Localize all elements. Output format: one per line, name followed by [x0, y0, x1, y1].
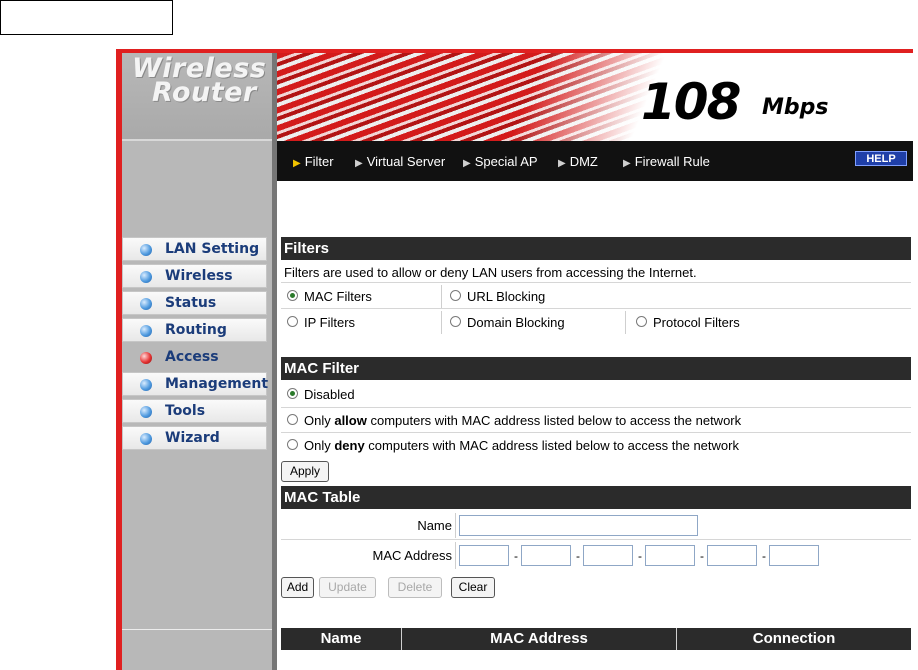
separator: -: [762, 549, 766, 563]
arrow-icon: ▶: [623, 158, 631, 169]
help-button[interactable]: HELP: [855, 151, 907, 166]
radio-icon: [636, 316, 647, 327]
name-label: Name: [281, 513, 456, 538]
sidebar-item-label: LAN Setting: [165, 241, 260, 257]
separator: -: [576, 549, 580, 563]
sidebar-item-status[interactable]: Status: [122, 291, 267, 315]
column-name: Name: [320, 630, 362, 647]
radio-icon: [287, 316, 298, 327]
column-connection: Connection: [752, 630, 836, 647]
mac-octet-5-input[interactable]: [707, 545, 757, 566]
mac-filter-allow-option[interactable]: Only allow computers with MAC address li…: [281, 409, 911, 433]
sidebar-item-label: Wireless: [165, 268, 233, 284]
divider: [281, 308, 911, 309]
url-blocking-option[interactable]: URL Blocking: [442, 285, 911, 308]
divider: [281, 539, 911, 540]
sidebar-item-label: Tools: [165, 403, 206, 419]
mac-table-header: Name MAC Address Connection: [281, 628, 911, 650]
separator: -: [638, 549, 642, 563]
sidebar-item-lan-setting[interactable]: LAN Setting: [122, 237, 267, 261]
add-button[interactable]: Add: [281, 577, 314, 598]
bullet-icon: [140, 406, 152, 418]
sidebar-item-management[interactable]: Management: [122, 372, 269, 396]
bullet-icon: [140, 433, 152, 445]
mac-address-row: MAC Address - - - - -: [281, 542, 911, 569]
clear-button[interactable]: Clear: [451, 577, 495, 598]
nav-dmz[interactable]: ▶ DMZ: [558, 154, 598, 169]
radio-icon: [287, 290, 298, 301]
arrow-icon: ▶: [463, 158, 471, 169]
sidebar-item-label: Wizard: [165, 430, 220, 446]
mac-table-title: MAC Table: [281, 486, 911, 509]
mac-filter-title: MAC Filter: [281, 357, 911, 380]
mac-filter-deny-option[interactable]: Only deny computers with MAC address lis…: [281, 434, 911, 458]
nav-firewall-rule[interactable]: ▶ Firewall Rule: [623, 154, 710, 169]
mac-address-label: MAC Address: [281, 542, 456, 569]
divider: [281, 432, 911, 433]
bullet-icon: [140, 379, 152, 391]
separator: -: [514, 549, 518, 563]
arrow-icon: ▶: [558, 158, 566, 169]
arrow-icon: ▶: [355, 158, 363, 169]
sidebar-item-routing[interactable]: Routing: [122, 318, 267, 342]
bullet-icon: [140, 244, 152, 256]
radio-icon: [287, 439, 298, 450]
separator: -: [700, 549, 704, 563]
brand-divider: [122, 139, 272, 141]
delete-button[interactable]: Delete: [388, 577, 442, 598]
radio-icon: [287, 388, 298, 399]
top-nav: ▶ Filter ▶ Virtual Server ▶ Special AP ▶ DMZ…: [277, 141, 913, 181]
filters-title: Filters: [281, 237, 911, 260]
sidebar-item-label: Routing: [165, 322, 227, 338]
radio-icon: [287, 414, 298, 425]
arrow-icon: ▶: [293, 158, 301, 169]
sidebar-divider: [122, 629, 272, 630]
sidebar-item-wireless[interactable]: Wireless: [122, 264, 267, 288]
mac-octet-1-input[interactable]: [459, 545, 509, 566]
bullet-icon: [140, 271, 152, 283]
sidebar-menu: LAN Setting Wireless Status Routing Acce…: [122, 237, 272, 453]
filters-row-2: IP Filters Domain Blocking Protocol Filt…: [281, 311, 911, 334]
sidebar-item-wizard[interactable]: Wizard: [122, 426, 267, 450]
sidebar-item-access[interactable]: Access: [122, 345, 267, 369]
sidebar: Wireless Router LAN Setting Wireless Sta…: [122, 53, 272, 670]
speed-unit: Mbps: [762, 95, 829, 120]
mac-octet-3-input[interactable]: [583, 545, 633, 566]
divider: [281, 407, 911, 408]
main-content: Filters Filters are used to allow or den…: [277, 181, 913, 670]
nav-filter[interactable]: ▶ Filter: [293, 154, 334, 169]
brand-line2: Router: [152, 77, 257, 108]
filters-description: Filters are used to allow or deny LAN us…: [281, 262, 911, 282]
mac-filters-option[interactable]: MAC Filters: [281, 285, 442, 308]
top-empty-box: [0, 0, 173, 35]
radio-icon: [450, 316, 461, 327]
sidebar-item-label: Management: [165, 376, 269, 392]
mac-octet-6-input[interactable]: [769, 545, 819, 566]
sidebar-item-label: Status: [165, 295, 217, 311]
radio-icon: [450, 290, 461, 301]
apply-button[interactable]: Apply: [281, 461, 329, 482]
speed-logo: 108: [641, 73, 741, 131]
name-input[interactable]: [459, 515, 698, 536]
sidebar-item-label: Access: [165, 349, 219, 365]
divider: [281, 282, 911, 283]
bullet-icon: [140, 298, 152, 310]
ip-filters-option[interactable]: IP Filters: [281, 311, 442, 334]
nav-special-ap[interactable]: ▶ Special AP: [463, 154, 538, 169]
domain-blocking-option[interactable]: Domain Blocking: [442, 311, 626, 334]
column-mac-address: MAC Address: [490, 630, 588, 647]
brand-logo: Wireless Router: [122, 53, 272, 141]
mac-octet-2-input[interactable]: [521, 545, 571, 566]
protocol-filters-option[interactable]: Protocol Filters: [626, 311, 911, 334]
filters-row-1: MAC Filters URL Blocking: [281, 285, 911, 308]
name-row: Name: [281, 513, 911, 538]
mac-filter-disabled-option[interactable]: Disabled: [281, 382, 911, 406]
sidebar-item-tools[interactable]: Tools: [122, 399, 267, 423]
mac-octet-4-input[interactable]: [645, 545, 695, 566]
nav-virtual-server[interactable]: ▶ Virtual Server: [355, 154, 445, 169]
header-banner: 108 Mbps: [277, 53, 913, 141]
active-bullet-icon: [140, 352, 152, 364]
bullet-icon: [140, 325, 152, 337]
update-button[interactable]: Update: [319, 577, 376, 598]
